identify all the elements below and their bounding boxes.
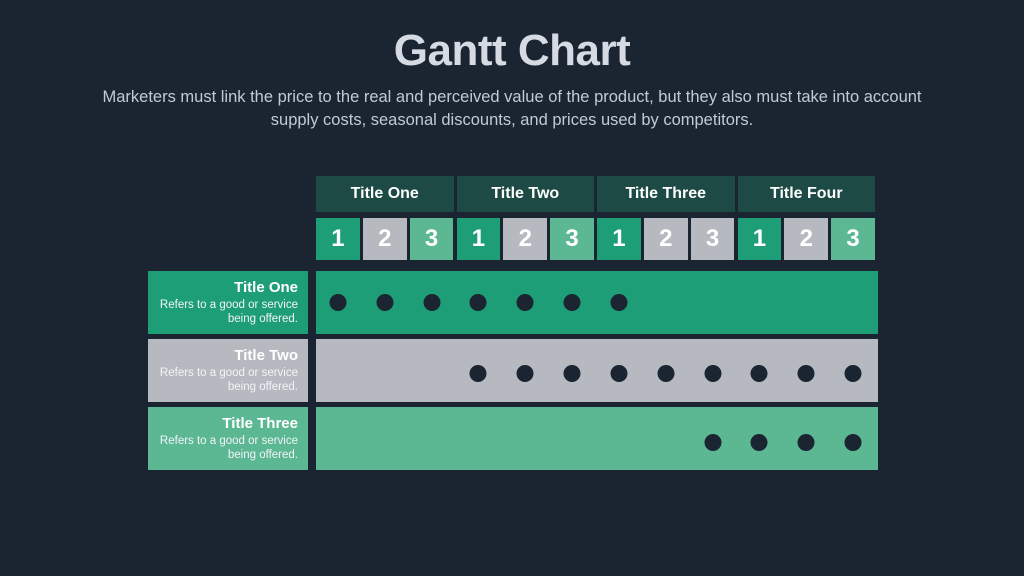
unit-cell-label: 3: [705, 225, 720, 252]
page-title: Gantt Chart: [393, 26, 631, 75]
task-label-title: Title One: [234, 279, 298, 296]
unit-cell-label: 2: [799, 225, 813, 252]
gantt-dot: [844, 365, 862, 382]
group-header-label: Title Two: [491, 185, 560, 202]
group-header-label: Title Three: [625, 185, 707, 202]
unit-cell-11[interactable]: 2: [784, 218, 829, 260]
unit-cell-12[interactable]: 3: [831, 218, 875, 260]
group-header-label: Title One: [350, 185, 419, 202]
task-bar[interactable]: [316, 407, 878, 470]
unit-cell-2[interactable]: 2: [362, 218, 407, 260]
group-header-1[interactable]: Title One: [316, 176, 454, 212]
task-label-description: Refers to a good or service being offere…: [159, 299, 298, 325]
task-label-title: Title Two: [234, 347, 298, 364]
task-label-title: Title Three: [222, 415, 298, 432]
group-header-row: Title One Title Two Title Three Title Four: [316, 176, 878, 212]
gantt-dot: [563, 365, 581, 382]
unit-cell-label: 3: [846, 225, 860, 252]
unit-cell-label: 2: [378, 225, 392, 252]
unit-cell-7[interactable]: 1: [597, 218, 641, 260]
gantt-dot: [516, 294, 534, 311]
gantt-dot: [610, 294, 628, 311]
gantt-dot: [469, 294, 487, 311]
task-bar[interactable]: [316, 271, 878, 334]
gantt-dot: [797, 365, 815, 382]
page-subtitle: Marketers must link the price to the rea…: [102, 88, 922, 129]
gantt-dot: [610, 365, 628, 382]
unit-cell-9[interactable]: 3: [690, 218, 735, 260]
unit-cell-8[interactable]: 2: [643, 218, 688, 260]
unit-cell-label: 1: [471, 225, 486, 252]
group-header-3[interactable]: Title Three: [597, 176, 735, 212]
gantt-dot: [376, 294, 394, 311]
slide-canvas: Gantt Chart Marketers must link the pric…: [0, 0, 1024, 576]
unit-cell-5[interactable]: 2: [503, 218, 548, 260]
task-label: Title Two Refers to a good or service be…: [148, 339, 308, 402]
task-row[interactable]: Title Three Refers to a good or service …: [148, 407, 878, 470]
gantt-dot: [329, 294, 347, 311]
task-label-description: Refers to a good or service being offere…: [159, 367, 298, 393]
group-header-2[interactable]: Title Two: [456, 176, 594, 212]
gantt-chart: Title One Title Two Title Three Title Four …: [148, 176, 878, 476]
task-label: Title One Refers to a good or service be…: [148, 271, 308, 334]
gantt-dot: [797, 434, 815, 451]
group-header-label: Title Four: [769, 185, 843, 202]
unit-cell-4[interactable]: 1: [456, 218, 501, 260]
unit-cell-label: 3: [565, 225, 579, 252]
unit-cell-label: 2: [659, 225, 673, 252]
unit-cell-10[interactable]: 1: [737, 218, 782, 260]
gantt-dot: [704, 434, 722, 451]
task-row[interactable]: Title Two Refers to a good or service be…: [148, 339, 878, 402]
gantt-dot: [844, 434, 862, 451]
task-row[interactable]: Title One Refers to a good or service be…: [148, 271, 878, 334]
gantt-dot: [423, 294, 441, 311]
group-header-4[interactable]: Title Four: [737, 176, 875, 212]
task-bar[interactable]: [316, 339, 878, 402]
gantt-dot: [563, 294, 581, 311]
unit-cell-6[interactable]: 3: [550, 218, 594, 260]
task-label: Title Three Refers to a good or service …: [148, 407, 308, 470]
unit-cell-label: 1: [331, 225, 345, 252]
unit-cell-label: 2: [518, 225, 532, 252]
unit-cell-3[interactable]: 3: [409, 218, 454, 260]
unit-cell-label: 1: [752, 225, 767, 252]
gantt-dot: [704, 365, 722, 382]
unit-cell-1[interactable]: 1: [316, 218, 360, 260]
gantt-dot: [657, 365, 675, 382]
unit-cell-label: 1: [612, 225, 626, 252]
gantt-dot: [750, 365, 768, 382]
gantt-dot: [516, 365, 534, 382]
gantt-dot: [469, 365, 487, 382]
unit-cell-label: 3: [424, 225, 439, 252]
task-label-description: Refers to a good or service being offere…: [159, 435, 298, 461]
unit-number-row: 1 2 3 1 2 3 1 2 3 1 2 3: [316, 218, 878, 260]
gantt-dot: [750, 434, 768, 451]
